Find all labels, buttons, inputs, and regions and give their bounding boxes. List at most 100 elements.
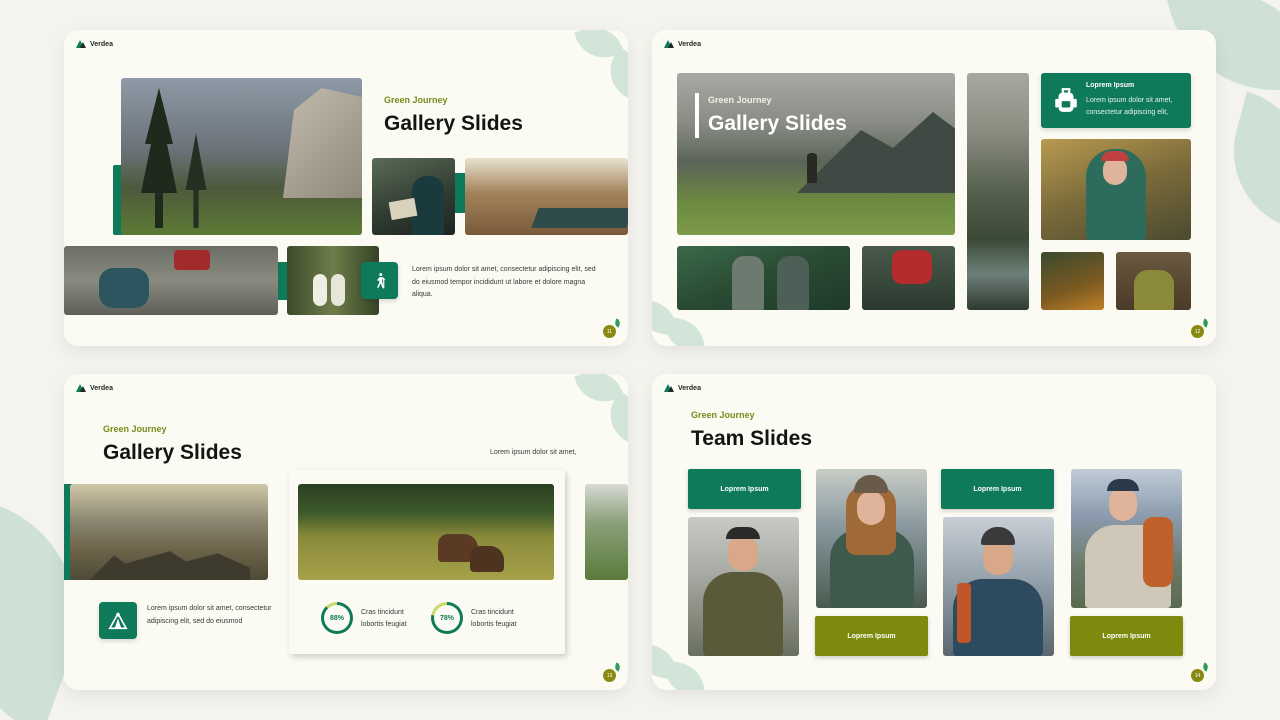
backpack-shape	[99, 268, 149, 308]
cap-shape	[726, 527, 760, 539]
brand-logo: Verdea	[76, 384, 113, 392]
slide-subtitle: Green Journey	[691, 410, 755, 420]
slide-title: Team Slides	[691, 427, 812, 450]
page-number: 14	[1191, 669, 1204, 682]
tent-icon-svg	[108, 611, 128, 629]
face-shape	[1109, 487, 1137, 521]
team-label-3[interactable]: Loprem Ipsum	[941, 469, 1054, 509]
backpack-shape	[1143, 517, 1173, 587]
team-label-4[interactable]: Loprem Ipsum	[1070, 616, 1183, 656]
stat-value: 78%	[439, 614, 454, 622]
page-number: 13	[603, 669, 616, 682]
slide-paragraph: Lorem ipsum dolor sit amet, consectetur …	[412, 266, 596, 298]
shoe-shape	[331, 274, 345, 306]
deer-shape	[470, 546, 504, 572]
person-shape	[412, 176, 444, 235]
mountain-logo-icon	[76, 384, 87, 392]
cap-shape	[1107, 479, 1139, 491]
slide-title: Gallery Slides	[708, 112, 847, 135]
info-card: Loprem Ipsum Lorem ipsum dolor sit amet,…	[1041, 73, 1191, 128]
card-title: Loprem Ipsum	[1086, 82, 1135, 89]
cliff-shape	[283, 88, 362, 198]
slide-paragraph: Lorem ipsum dolor sit amet, consectetur …	[147, 605, 272, 625]
page-number: 11	[603, 325, 616, 338]
person-shape	[892, 250, 932, 284]
face-shape	[728, 535, 758, 571]
stat-text: Cras tincidunt lobortis feugiat	[471, 609, 517, 628]
person-shape	[703, 572, 783, 656]
person-shape	[777, 256, 809, 310]
photo-green-hills	[585, 484, 628, 580]
person-shape	[732, 256, 764, 310]
stove-shape	[174, 250, 210, 270]
cap-shape	[1101, 151, 1129, 161]
photo-hiker-back	[1116, 252, 1191, 310]
photo-hand-trail	[1041, 252, 1104, 310]
slide-team[interactable]: Verdea Green Journey Team Slides Loprem …	[652, 374, 1216, 690]
rock-shape	[90, 551, 250, 580]
decorative-leaf	[659, 660, 710, 690]
tree-shape	[141, 88, 177, 228]
photo-camping-gear	[465, 158, 628, 235]
photo-lake-valley	[967, 73, 1029, 310]
slide-subtitle: Green Journey	[708, 95, 772, 105]
face-shape	[857, 491, 885, 525]
backpack-icon-svg	[1055, 88, 1077, 112]
hiker-shape	[807, 153, 817, 183]
brand-name: Verdea	[678, 40, 701, 48]
strap-shape	[957, 583, 971, 643]
photo-forest-cliff	[121, 78, 362, 235]
photo-woman-hiker	[1041, 139, 1191, 240]
shoe-shape	[313, 274, 327, 306]
slide-title: Gallery Slides	[384, 112, 523, 135]
person-shape	[1134, 270, 1174, 310]
team-label-1[interactable]: Loprem Ipsum	[688, 469, 801, 509]
photo-team-member-1	[688, 517, 799, 656]
title-accent-bar	[695, 93, 699, 138]
hiker-icon-svg	[376, 272, 385, 288]
brand-name: Verdea	[678, 384, 701, 392]
photo-hiker-map	[372, 158, 455, 235]
beanie-shape	[854, 475, 888, 493]
photo-misty-valley	[70, 484, 268, 580]
photo-team-member-2	[816, 469, 927, 608]
slide-gallery-1[interactable]: Verdea Green Journey Gallery Slides Lore…	[64, 30, 628, 346]
accent-bar	[455, 173, 465, 213]
page-number: 12	[1191, 325, 1204, 338]
tree-shape	[185, 133, 207, 228]
stat-ring-2: 78%	[431, 602, 463, 634]
brand-name: Verdea	[90, 40, 113, 48]
photo-backpack-rocks	[64, 246, 278, 315]
slide-gallery-2[interactable]: Verdea Green Journey Gallery Slides Lopr…	[652, 30, 1216, 346]
slide-subtitle: Green Journey	[103, 424, 167, 434]
mountain-logo-icon	[664, 40, 675, 48]
photo-forest-hikers	[677, 246, 850, 310]
backpack-icon	[1053, 86, 1079, 114]
right-text: Lorem ipsum dolor sit amet,	[490, 449, 577, 456]
slide-subtitle: Green Journey	[384, 95, 448, 105]
photo-team-member-3	[943, 517, 1054, 656]
brand-logo: Verdea	[664, 384, 701, 392]
hiker-icon	[361, 262, 398, 299]
stat-text: Cras tincidunt lobortis feugiat	[361, 609, 407, 628]
mountain-logo-icon	[664, 384, 675, 392]
photo-mountain-hiker: Green Journey Gallery Slides	[677, 73, 955, 235]
photo-deer-meadow	[298, 484, 554, 580]
photo-team-member-4	[1071, 469, 1182, 608]
stat-value: 88%	[329, 614, 344, 622]
photo-camp-cooking	[862, 246, 955, 310]
card-text: Lorem ipsum dolor sit amet, consectetur …	[1086, 97, 1173, 116]
face-shape	[1103, 157, 1127, 185]
brand-logo: Verdea	[664, 40, 701, 48]
brand-name: Verdea	[90, 384, 113, 392]
stat-ring-1: 88%	[321, 602, 353, 634]
slide-gallery-3[interactable]: Verdea Green Journey Gallery Slides Lore…	[64, 374, 628, 690]
table-shape	[531, 208, 628, 228]
decorative-leaf	[659, 316, 710, 346]
mountain-logo-icon	[76, 40, 87, 48]
beanie-shape	[981, 527, 1015, 545]
background-leaf	[1215, 91, 1280, 229]
team-label-2[interactable]: Loprem Ipsum	[815, 616, 928, 656]
slide-title: Gallery Slides	[103, 441, 242, 464]
tent-icon	[99, 602, 137, 639]
